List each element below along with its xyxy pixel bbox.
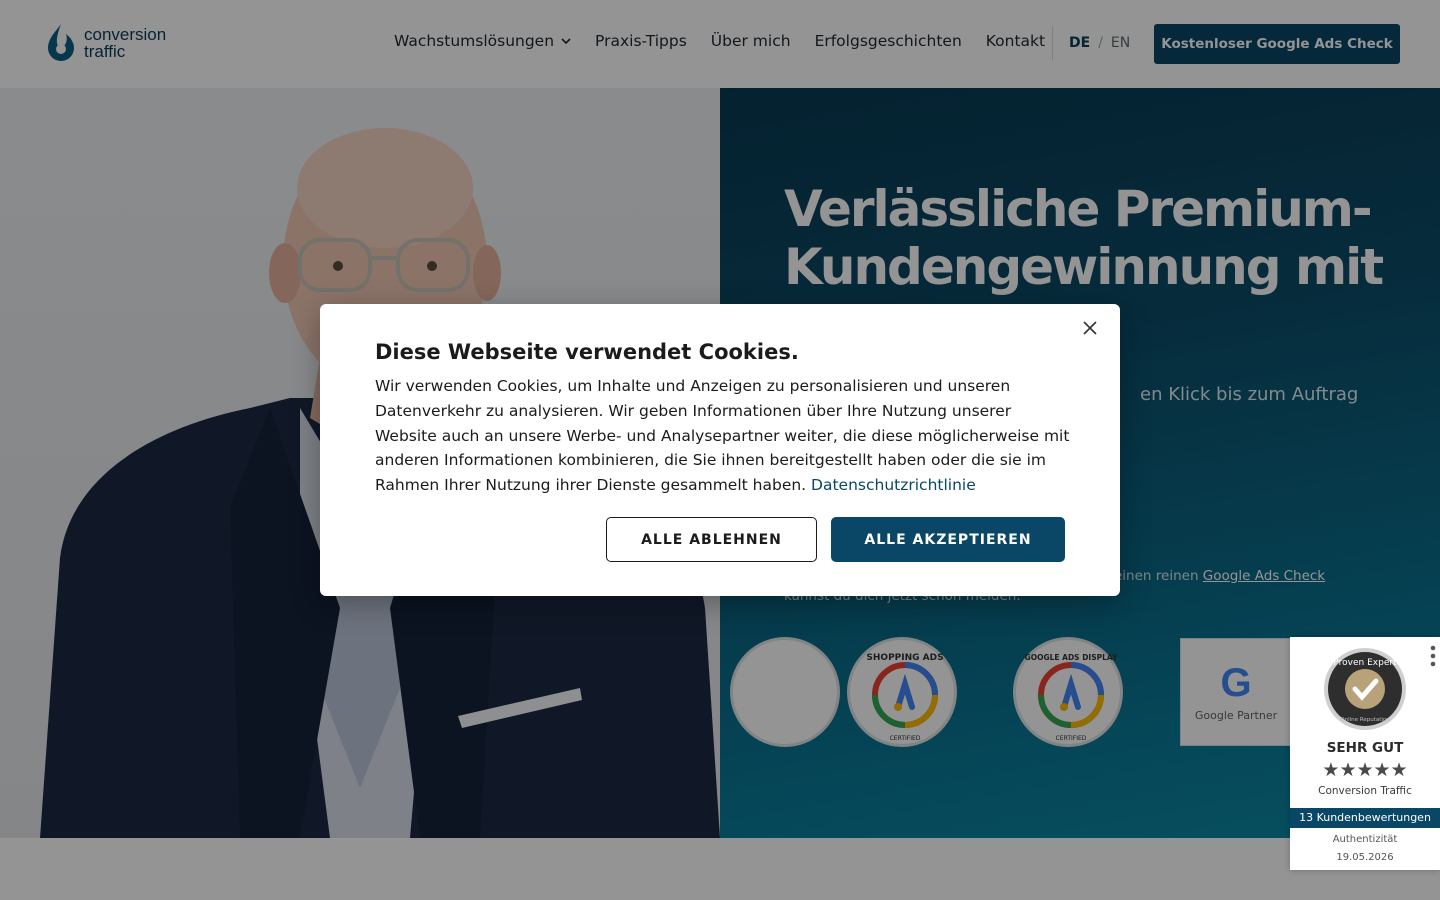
proven-expert-company: Conversion Traffic (1318, 785, 1412, 797)
svg-text:Proven Expert: Proven Expert (1333, 658, 1397, 668)
proven-expert-widget[interactable]: Proven Expert Online Reputation SEHR GUT… (1290, 637, 1440, 870)
proven-expert-review-count[interactable]: 13 Kundenbewertungen (1290, 808, 1440, 828)
accept-all-button[interactable]: ALLE AKZEPTIEREN (831, 517, 1065, 562)
cookie-consent-dialog: Diese Webseite verwendet Cookies. Wir ve… (320, 304, 1120, 596)
privacy-policy-link[interactable]: Datenschutzrichtlinie (811, 476, 976, 494)
star-rating-icon: ★★★★★ (1322, 759, 1408, 781)
proven-expert-seal-icon: Proven Expert Online Reputation (1324, 648, 1406, 730)
proven-expert-rating: SEHR GUT (1326, 740, 1404, 756)
svg-text:Online Reputation: Online Reputation (1340, 717, 1390, 723)
more-options-icon[interactable] (1430, 645, 1436, 667)
proven-expert-auth-label: Authentizität (1332, 834, 1398, 845)
close-icon[interactable] (1082, 320, 1098, 336)
decline-all-button[interactable]: ALLE ABLEHNEN (606, 517, 817, 562)
proven-expert-date: 19.05.2026 (1336, 852, 1394, 863)
cookie-dialog-title: Diese Webseite verwendet Cookies. (375, 340, 799, 364)
cookie-dialog-text: Wir verwenden Cookies, um Inhalte und An… (375, 374, 1075, 498)
